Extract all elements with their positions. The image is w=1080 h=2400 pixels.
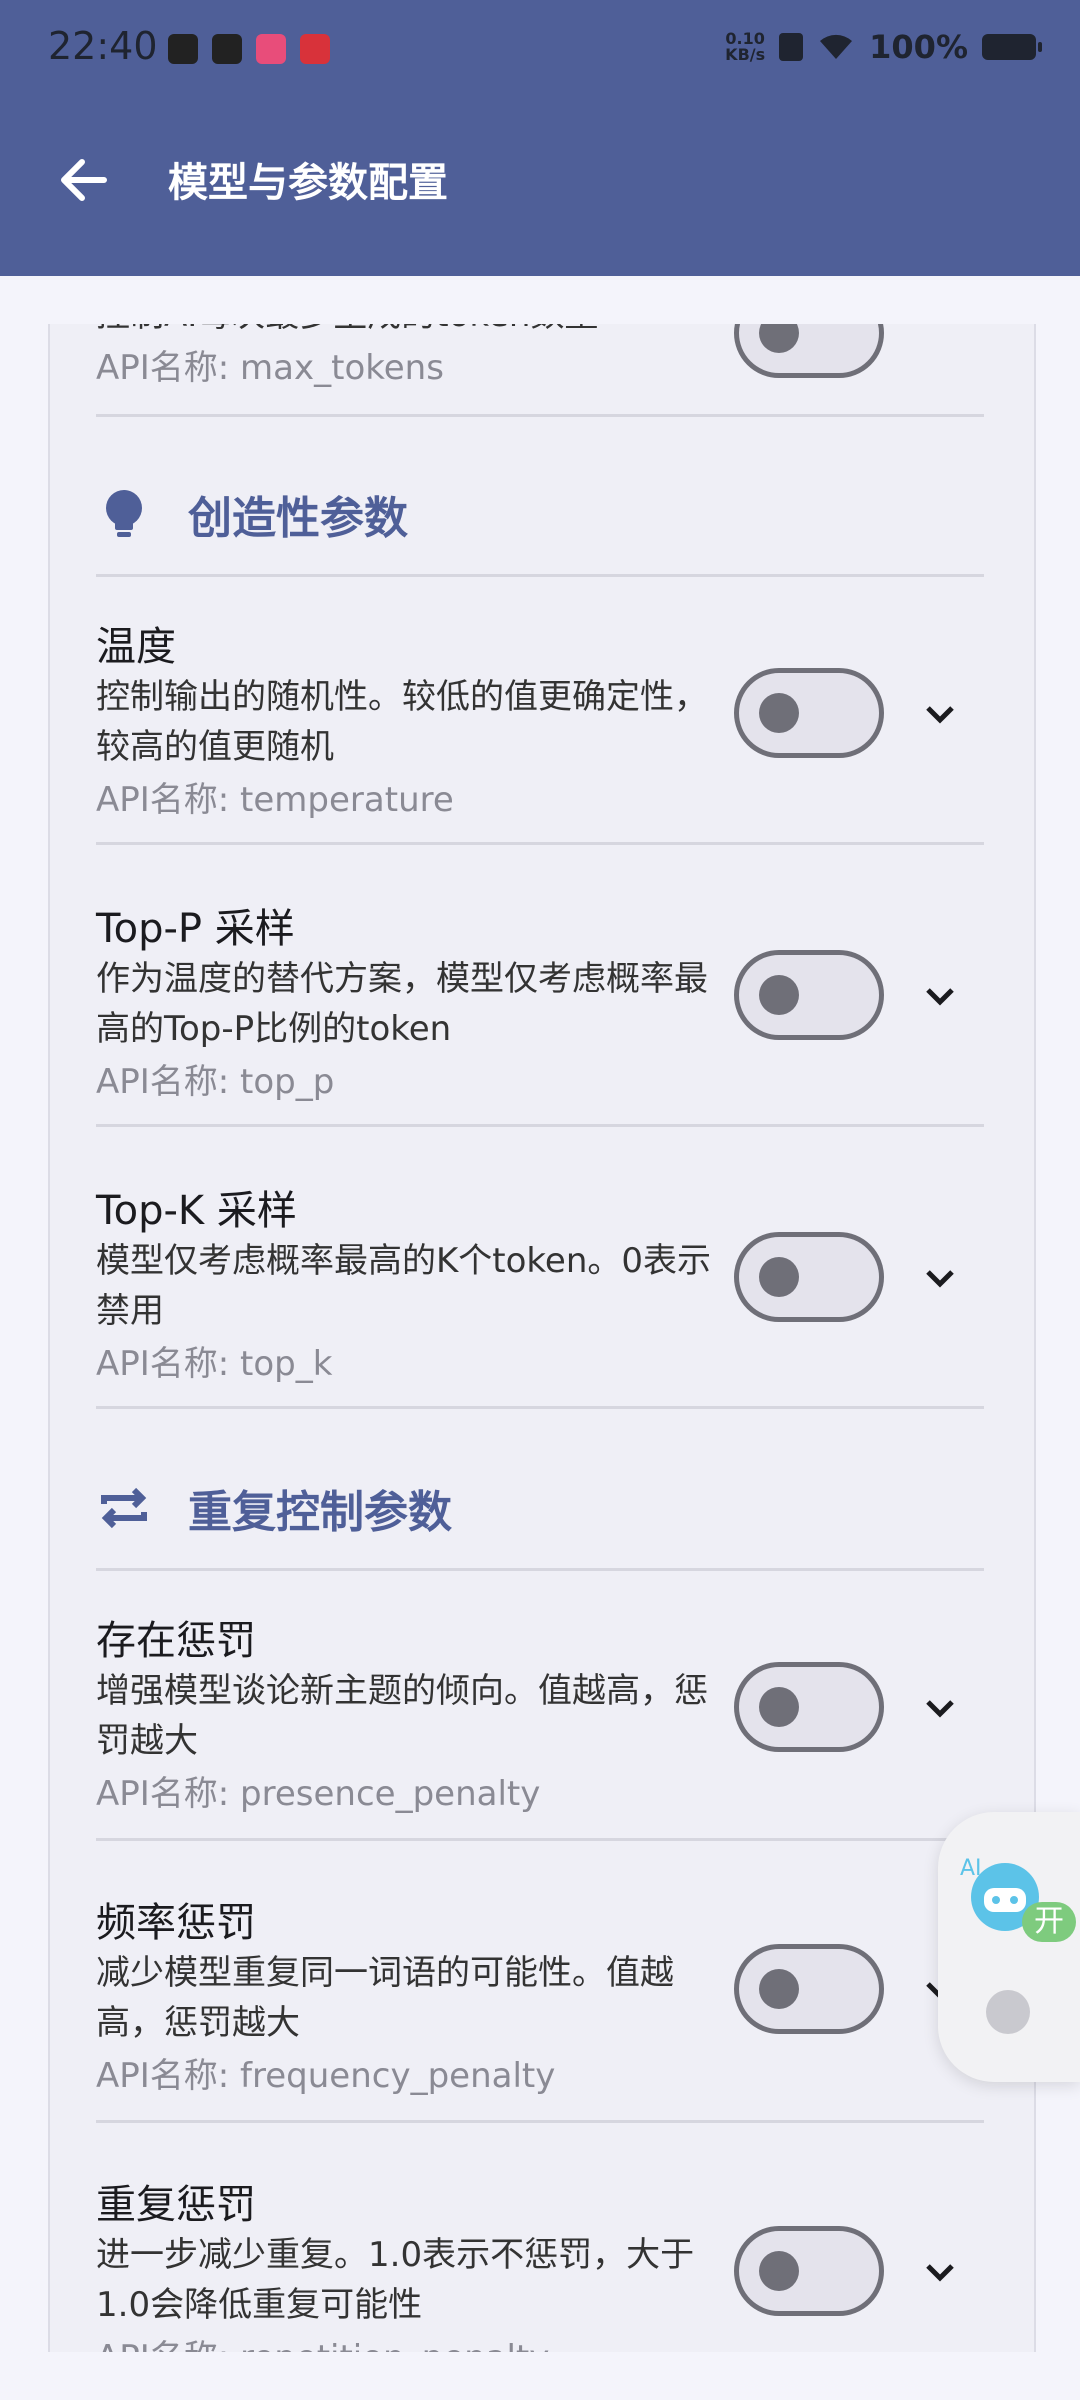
presence-penalty-toggle[interactable] xyxy=(734,1662,884,1752)
send-icon xyxy=(212,34,242,64)
sim-icon xyxy=(779,33,804,61)
item-description: 模型仅考虑概率最高的K个token。0表示禁用 xyxy=(96,1241,712,1331)
item-name: 温度 xyxy=(96,624,176,670)
item-description: 控制AI每次最多生成的token数量 xyxy=(96,324,736,340)
speed-unit: KB/s xyxy=(725,45,766,64)
divider xyxy=(96,1406,984,1409)
lightbulb-icon xyxy=(106,490,142,537)
divider xyxy=(96,1568,984,1571)
top-p-toggle[interactable] xyxy=(734,950,884,1040)
chevron-down-icon[interactable] xyxy=(920,2252,960,2292)
section-title: 重复控制参数 xyxy=(188,1487,452,1538)
item-api-name: API名称: presence_penalty xyxy=(96,1774,541,1814)
toggle-knob xyxy=(759,975,799,1015)
top-k-toggle[interactable] xyxy=(734,1232,884,1322)
section-repetition-header: 重复控制参数 xyxy=(96,1476,452,1540)
item-description: 减少模型重复同一词语的可能性。值越高，惩罚越大 xyxy=(96,1953,674,2043)
wifi-icon xyxy=(820,34,853,59)
app-notification-icon xyxy=(256,34,286,64)
item-name: 频率惩罚 xyxy=(96,1900,256,1946)
item-description: 增强模型谈论新主题的倾向。值越高，惩罚越大 xyxy=(96,1671,708,1761)
parameter-list[interactable]: 控制AI每次最多生成的token数量 API名称: max_tokens 创造性… xyxy=(48,324,1036,2352)
item-name: 存在惩罚 xyxy=(96,1618,256,1664)
chevron-down-icon[interactable] xyxy=(920,694,960,734)
status-time: 22:40 xyxy=(48,24,158,68)
item-description: 控制输出的随机性。较低的值更确定性，较高的值更随机 xyxy=(96,677,708,767)
divider xyxy=(96,574,984,577)
toggle-knob xyxy=(759,324,799,353)
divider xyxy=(96,842,984,845)
divider xyxy=(96,2120,984,2123)
item-name: Top-K 采样 xyxy=(96,1188,297,1234)
toggle-knob xyxy=(759,693,799,733)
assistant-label: AI xyxy=(960,1856,982,1881)
frequency-penalty-toggle[interactable] xyxy=(734,1944,884,2034)
repetition-penalty-toggle[interactable] xyxy=(734,2226,884,2316)
max-tokens-toggle[interactable] xyxy=(734,324,884,378)
app-notification-icon xyxy=(300,34,330,64)
item-name: 重复惩罚 xyxy=(96,2182,256,2228)
toggle-knob xyxy=(759,2251,799,2291)
toggle-knob xyxy=(759,1257,799,1297)
status-right: 0.10 KB/s 100% xyxy=(725,28,1042,66)
divider xyxy=(96,1838,984,1841)
close-icon[interactable] xyxy=(986,1990,1030,2034)
notification-icons xyxy=(168,34,330,64)
divider xyxy=(96,414,984,417)
back-arrow-icon[interactable] xyxy=(54,150,114,210)
network-speed: 0.10 KB/s xyxy=(725,31,765,63)
battery-icon xyxy=(982,34,1042,60)
item-api-name: API名称: repetition_penalty xyxy=(96,2330,984,2352)
open-badge[interactable]: 开 xyxy=(1022,1902,1076,1942)
chevron-down-icon[interactable] xyxy=(920,976,960,1016)
item-description: 作为温度的替代方案，模型仅考虑概率最高的Top-P比例的token xyxy=(96,959,708,1049)
item-api-name: API名称: frequency_penalty xyxy=(96,2056,556,2096)
page-title: 模型与参数配置 xyxy=(168,160,448,206)
item-api-name: API名称: temperature xyxy=(96,780,454,820)
item-api-name: API名称: top_p xyxy=(96,1062,335,1102)
status-bar: 22:40 0.10 KB/s 100% xyxy=(0,0,1080,100)
floating-assistant[interactable]: AI 开 xyxy=(938,1812,1080,2082)
chevron-down-icon[interactable] xyxy=(920,1688,960,1728)
clipboard-icon xyxy=(168,34,198,64)
section-creativity-header: 创造性参数 xyxy=(96,482,408,546)
temperature-toggle[interactable] xyxy=(734,668,884,758)
item-description: 进一步减少重复。1.0表示不惩罚，大于1.0会降低重复可能性 xyxy=(96,2235,695,2325)
repeat-icon xyxy=(101,1487,147,1529)
app-bar: 22:40 0.10 KB/s 100% 模型与参数配置 xyxy=(0,0,1080,276)
toggle-knob xyxy=(759,1687,799,1727)
section-title: 创造性参数 xyxy=(188,493,408,544)
toggle-knob xyxy=(759,1969,799,2009)
chevron-down-icon[interactable] xyxy=(920,1258,960,1298)
battery-percent: 100% xyxy=(869,28,968,66)
item-name: Top-P 采样 xyxy=(96,906,295,952)
bottom-bar xyxy=(0,2352,1080,2400)
item-api-name: API名称: top_k xyxy=(96,1344,333,1384)
divider xyxy=(96,1124,984,1127)
